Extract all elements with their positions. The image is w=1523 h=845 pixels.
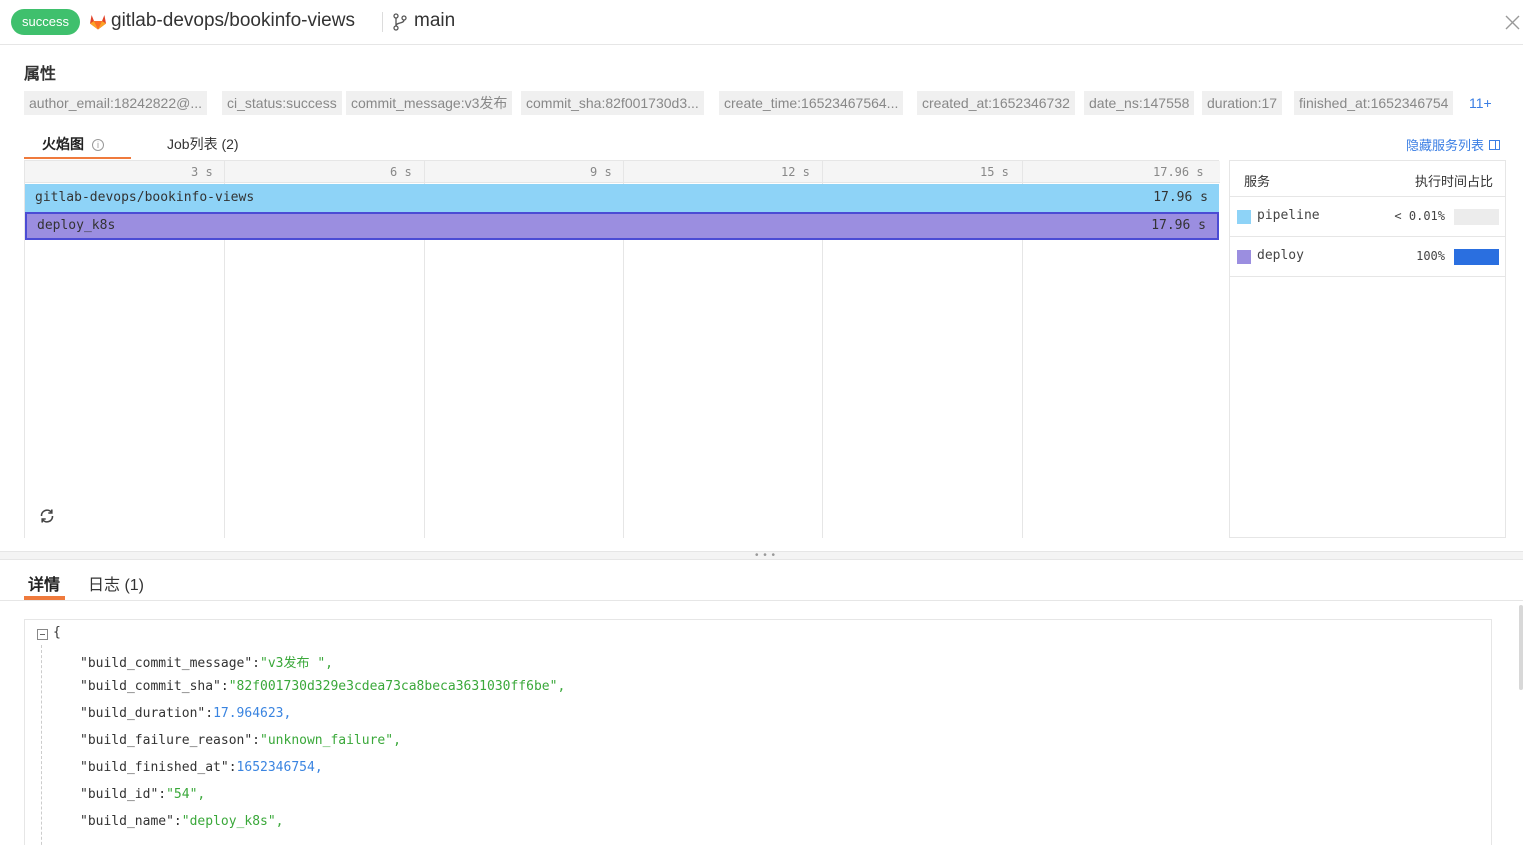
tab-details[interactable]: 详情 [28,571,60,595]
branch-name: main [414,10,456,31]
flame-bar-duration: 17.96 s [1151,218,1206,233]
flame-bar-label: gitlab-devops/bookinfo-views [35,190,255,205]
json-key: "build_finished_at": [80,760,237,775]
tab-divider [0,600,1523,601]
tab-job-list[interactable]: Job列表 (2) [167,134,239,154]
json-value: "54", [166,787,206,802]
tab-logs[interactable]: 日志 (1) [88,571,144,595]
refresh-icon[interactable] [38,507,56,525]
hide-services-label: 隐藏服务列表 [1406,138,1485,153]
attr-tag-finished-at[interactable]: finished_at:1652346754 [1294,91,1454,115]
json-field: "build_failure_reason":"unknown_failure"… [80,733,401,748]
axis-tick: 12 s [781,165,810,179]
json-open-brace: { [53,625,61,640]
attr-tag-commit-message[interactable]: commit_message:v3发布 [346,91,513,115]
service-row-pipeline[interactable]: pipeline < 0.01% [1230,197,1505,237]
resize-handle[interactable]: • • • [0,550,1523,561]
json-value: "deploy_k8s", [181,814,284,829]
attr-tag-create-time[interactable]: create_time:16523467564... [719,91,904,115]
hide-services-button[interactable]: 隐藏服务列表 [1406,135,1501,154]
json-field: "build_commit_sha":"82f001730d329e3cdea7… [80,679,565,694]
tab-flame-graph-label: 火焰图 [42,136,84,152]
attr-tag-date-ns[interactable]: date_ns:147558 [1084,91,1195,115]
json-value: "v3发布 ", [260,656,333,671]
json-value: 1652346754, [236,760,323,775]
service-ratio-bar [1454,209,1499,225]
gitlab-icon [90,15,106,30]
branch-icon [393,13,407,31]
service-percent: < 0.01% [1394,209,1445,223]
flame-bar-label: deploy_k8s [37,218,116,233]
attr-more-link[interactable]: 11+ [1464,91,1497,115]
json-key: "build_id": [80,787,167,802]
json-key: "build_name": [80,814,182,829]
attr-tag-created-at[interactable]: created_at:1652346732 [917,91,1075,115]
json-field: "build_duration":17.964623, [80,706,291,721]
service-list: 服务 执行时间占比 pipeline < 0.01% deploy 100% [1229,160,1506,538]
service-list-header: 服务 执行时间占比 [1230,161,1505,197]
service-percent: 100% [1416,249,1445,263]
col-service: 服务 [1244,174,1271,189]
repo-title: gitlab-devops/bookinfo-views [111,10,355,31]
attributes-title: 属性 [24,66,57,83]
json-field: "build_commit_message":"v3发布 ", [80,652,333,671]
json-key: "build_failure_reason": [80,733,261,748]
service-row-deploy[interactable]: deploy 100% [1230,237,1505,277]
json-key: "build_duration": [80,706,214,721]
flame-graph[interactable]: 3 s 6 s 9 s 12 s 15 s 17.96 s gitlab-dev… [24,160,1220,538]
axis-tick: 6 s [390,165,412,179]
axis-tick: 3 s [191,165,213,179]
json-field: "build_name":"deploy_k8s", [80,814,284,829]
flame-bar-duration: 17.96 s [1153,190,1208,205]
service-color-swatch [1237,250,1251,264]
grip-dots-icon: • • • [755,550,777,561]
json-value: "unknown_failure", [260,733,401,748]
service-name: pipeline [1257,208,1320,223]
close-icon[interactable] [1504,14,1521,31]
json-value: 17.964623, [213,706,292,721]
attr-tag-author-email[interactable]: author_email:18242822@... [24,91,207,115]
indent-guide [41,645,42,845]
panel-toggle-icon [1489,140,1501,150]
json-key: "build_commit_sha": [80,679,229,694]
attr-tag-commit-sha[interactable]: commit_sha:82f001730d3... [521,91,704,115]
axis-tick: 9 s [590,165,612,179]
collapse-icon[interactable] [37,629,48,640]
service-color-swatch [1237,210,1251,224]
axis-tick: 17.96 s [1153,165,1204,179]
json-viewer: { "build_commit_message":"v3发布 ", "build_… [24,619,1492,845]
info-icon[interactable]: i [92,139,104,151]
tab-active-indicator [24,157,131,159]
json-key: "build_commit_message": [80,656,261,671]
flame-bar-deploy[interactable]: deploy_k8s 17.96 s [25,212,1219,240]
json-value: "82f001730d329e3cdea73ca8beca3631030ff6b… [228,679,566,694]
service-ratio-fill [1454,249,1499,265]
attr-tag-ci-status[interactable]: ci_status:success [222,91,342,115]
header-divider [382,12,383,32]
axis-tick: 15 s [980,165,1009,179]
flame-bar-pipeline[interactable]: gitlab-devops/bookinfo-views 17.96 s [25,184,1219,212]
json-field: "build_id":"54", [80,787,205,802]
service-ratio-bar [1454,249,1499,265]
attr-tag-duration[interactable]: duration:17 [1202,91,1283,115]
tab-flame-graph[interactable]: 火焰图 i [42,134,104,154]
service-name: deploy [1257,248,1304,263]
status-badge: success [11,9,80,35]
detail-header: success gitlab-devops/bookinfo-views mai… [0,0,1523,45]
scrollbar[interactable] [1519,605,1523,690]
json-field: "build_finished_at":1652346754, [80,760,323,775]
col-time-ratio: 执行时间占比 [1414,174,1493,189]
